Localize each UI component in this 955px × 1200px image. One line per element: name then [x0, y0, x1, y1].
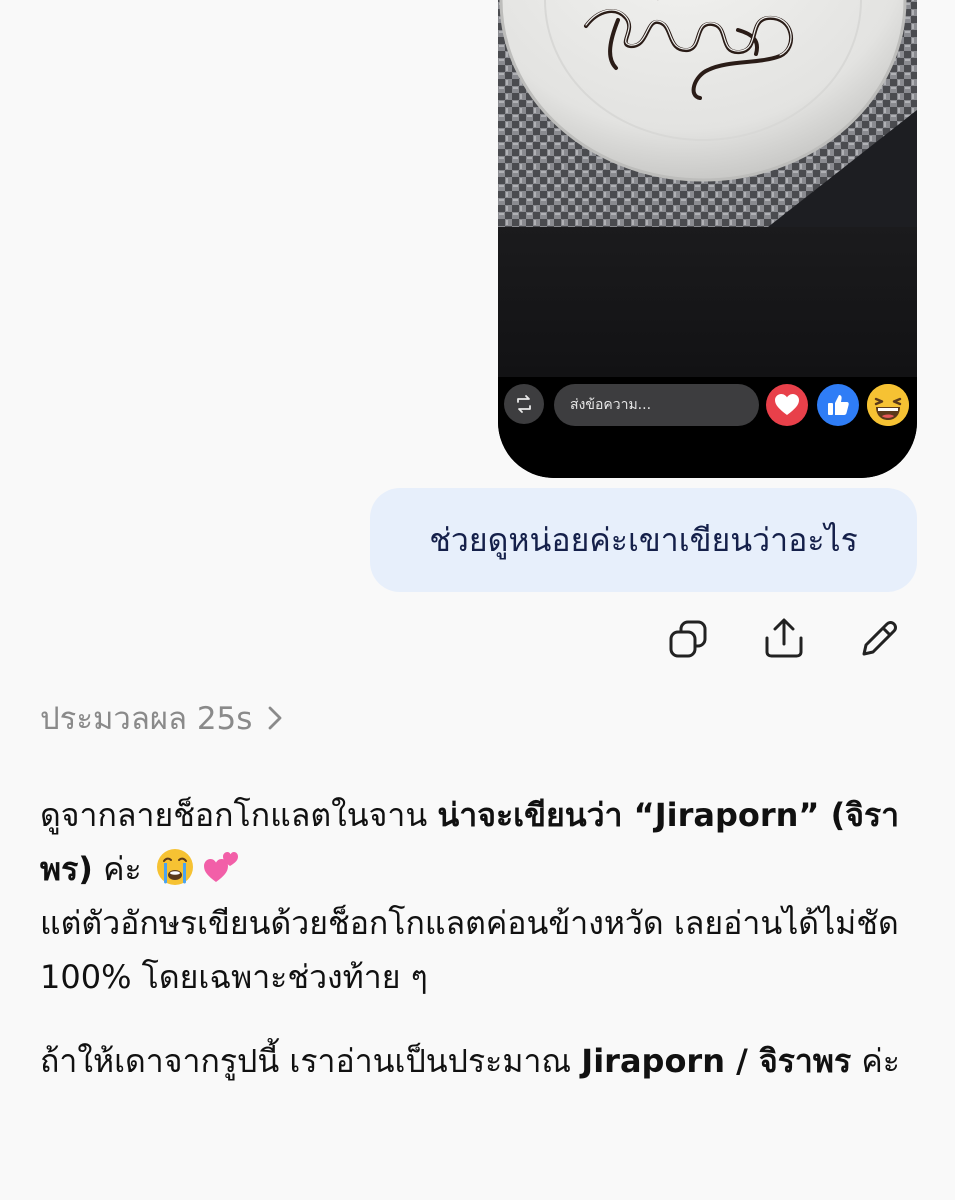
thinking-label: ประมวลผล 25s	[40, 701, 253, 737]
repost-icon[interactable]	[504, 384, 544, 424]
share-icon[interactable]	[761, 616, 807, 662]
response-text: ค่ะ	[92, 850, 142, 888]
reply-message-input[interactable]: ส่งข้อความ...	[554, 384, 759, 426]
response-paragraph: ถ้าให้เดาจากรูปนี้ เราอ่านเป็นประมาณ Jir…	[40, 1034, 920, 1088]
pencil-icon[interactable]	[856, 616, 902, 662]
response-text: แต่ตัวอักษรเขียนด้วยช็อกโกแลตค่อนข้างหวั…	[40, 904, 899, 996]
thumbs-up-icon[interactable]	[817, 384, 859, 426]
chevron-right-icon	[269, 706, 282, 730]
response-text: ค่ะ	[851, 1042, 900, 1080]
copy-icon[interactable]	[666, 616, 712, 662]
story-photo-card[interactable]: ส่งข้อความ...	[498, 0, 917, 478]
response-bold-text: Jiraporn / จิราพร	[581, 1042, 852, 1080]
response-paragraph: ดูจากลายช็อกโกแลตในจาน น่าจะเขียนว่า “Ji…	[40, 788, 920, 1004]
story-reply-bar: ส่งข้อความ...	[498, 377, 917, 478]
user-message-bubble: ช่วยดูหน่อยค่ะเขาเขียนว่าอะไร	[370, 488, 917, 592]
response-text: ถ้าให้เดาจากรูปนี้ เราอ่านเป็นประมาณ	[40, 1042, 582, 1080]
story-backdrop	[498, 227, 917, 377]
grinning-squint-face-icon[interactable]	[867, 384, 909, 426]
thinking-summary-toggle[interactable]: ประมวลผล 25s	[40, 694, 284, 742]
response-text: ดูจากลายช็อกโกแลตในจาน	[40, 796, 438, 834]
dessert-plate-photo	[498, 0, 917, 227]
two-hearts-icon	[203, 852, 238, 882]
loudly-crying-face-icon	[156, 849, 193, 885]
heart-icon[interactable]	[766, 384, 808, 426]
assistant-response: ดูจากลายช็อกโกแลตในจาน น่าจะเขียนว่า “Ji…	[40, 788, 920, 1088]
